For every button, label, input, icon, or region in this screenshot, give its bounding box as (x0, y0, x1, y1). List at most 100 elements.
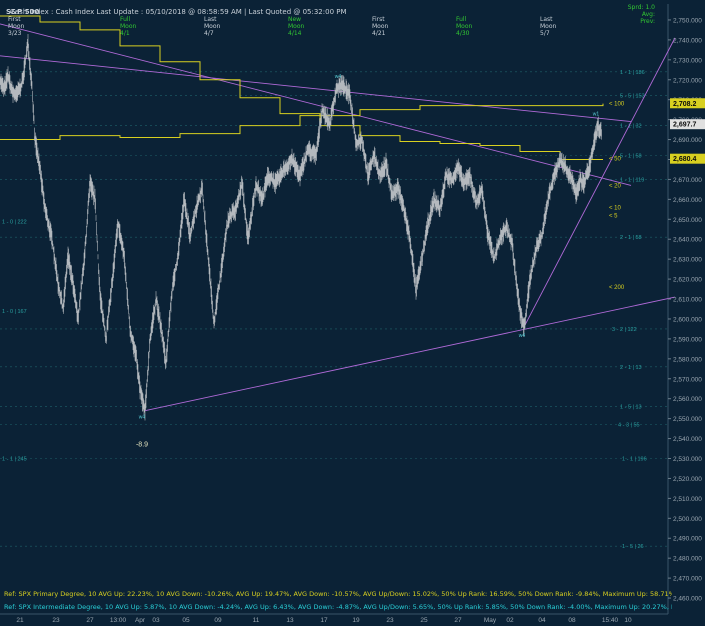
moon-phase-date: 4/14 (288, 30, 302, 37)
moon-phase-label: Moon (540, 23, 557, 30)
x-tick-label: 17 (320, 617, 328, 624)
ma-label: < 50 (609, 157, 622, 163)
x-tick-label: 25 (420, 617, 428, 624)
moon-phase-phase: Last (540, 16, 553, 23)
y-tick-label: 2,590.000 (673, 336, 702, 343)
moon-phase-phase: Full (456, 16, 467, 23)
moon-phase-phase: First (372, 16, 385, 23)
moon-phase-date: 4/30 (456, 30, 470, 37)
price-series (0, 34, 602, 421)
x-axis: 21 23 27 13:00 Apr 03 05 09 11 13 17 19 23 25 27 May 02 0… (0, 613, 668, 624)
y-tick-label: 2,580.000 (673, 356, 702, 363)
moon-phase-6: Last Moon 5/7 (540, 16, 556, 37)
y-tick-label: 2,650.000 (673, 217, 702, 224)
x-tick-label: May (484, 617, 497, 624)
y-tick-label: 2,730.000 (673, 57, 702, 64)
ma-tag: < 10 (609, 205, 622, 211)
fib-label: 1 - 1 | 32 (620, 124, 642, 130)
x-tick-label: 11 (253, 617, 260, 624)
moon-phase-date: 3/23 (8, 30, 22, 37)
annotation: w4 (335, 74, 342, 80)
price-bars (0, 34, 602, 421)
y-tick-label: 2,640.000 (673, 237, 702, 244)
annotation: w1 (593, 112, 600, 118)
symbol-label: S&P 500 (6, 8, 40, 16)
moon-phase-date: 4/21 (372, 30, 386, 37)
x-tick-label: 15:40 (602, 617, 619, 624)
x-tick-label: 13:00 (110, 617, 127, 624)
x-tick-label: 03 (152, 617, 160, 624)
moon-phase-phase: New (288, 16, 302, 23)
trendline (144, 296, 676, 412)
y-axis: 2,460.000 2,470.000 2,480.000 2,490.000 2,50… (668, 17, 705, 603)
spread-label: Sprd: 1.0 (627, 4, 655, 11)
trendline (523, 37, 676, 328)
y-tick-label: 2,490.000 (673, 536, 702, 543)
y-tick-label: 2,620.000 (673, 277, 702, 284)
y-tick-label: 2,570.000 (673, 376, 702, 383)
y-tick-label: 2,540.000 (673, 436, 702, 443)
moon-phase-2: Last Moon 4/7 (204, 16, 220, 37)
annotation: w4 (139, 415, 146, 421)
fib-label: 1 - 0 | 167 (2, 309, 27, 315)
footer-primary-degree: Ref: SPX Primary Degree, 10 AVG Up: 22.2… (4, 590, 672, 598)
moon-phase-label: Moon (204, 23, 221, 30)
fib-levels: 1 - 1 | 186 5 - 5 | 153 1 - 1 | 32 5 - 1 | … (0, 70, 668, 550)
fib-label: 2 - 1 | 58 (620, 235, 642, 241)
y-tick-label: 2,460.000 (673, 596, 702, 603)
ma-tag: < 20 (609, 183, 622, 189)
y-tick-label: 2,670.000 (673, 177, 702, 184)
x-tick-label: 23 (386, 617, 394, 624)
x-tick-label: 27 (454, 617, 462, 624)
x-tick-label: 02 (506, 617, 514, 624)
annotation: -8.9 (136, 442, 148, 449)
x-tick-label: 13 (286, 617, 294, 624)
fib-label: 1 - 0 | 222 (2, 219, 27, 225)
moon-phase-date: 4/7 (204, 30, 214, 37)
trendlines (0, 23, 676, 412)
moon-phase-label: Moon (288, 23, 305, 30)
y-tick-label: 2,470.000 (673, 576, 702, 583)
fib-label: 3 - 2 | 122 (612, 327, 637, 333)
y-tick-label: 2,600.000 (673, 316, 702, 323)
header-title: S&P 500 Cash Index : Cash Index Last Upd… (6, 8, 347, 16)
moon-phase-3: New Moon 4/14 (288, 16, 304, 37)
x-tick-label: 19 (352, 617, 360, 624)
moon-phase-label: Moon (120, 23, 137, 30)
moon-phase-date: 4/1 (120, 30, 130, 37)
y-tick-label: 2,720.000 (673, 77, 702, 84)
y-tick-label: 2,480.000 (673, 556, 702, 563)
moon-phase-phase: First (8, 16, 21, 23)
fib-label: 1 - 5 | 13 (620, 405, 642, 411)
chart-canvas[interactable]: 1 - 1 | 186 5 - 5 | 153 1 - 1 | 32 5 - 1 | … (0, 0, 705, 626)
moon-phase-label: Moon (456, 23, 473, 30)
y-tick-label: 2,630.000 (673, 257, 702, 264)
y-tick-label: 2,520.000 (673, 476, 702, 483)
moon-phase-phase: Last (204, 16, 217, 23)
fib-label: 1 - 1 | 186 (620, 70, 645, 76)
x-tick-label: 05 (182, 617, 190, 624)
y-tick-label: 2,560.000 (673, 396, 702, 403)
y-tick-label: 2,660.000 (673, 197, 702, 204)
fib-label: 5 - 1 | 58 (620, 154, 642, 160)
moon-phase-label: Moon (372, 23, 389, 30)
moon-phase-1: Full Moon 4/1 (120, 16, 136, 37)
y-tick-label: 2,500.000 (673, 516, 702, 523)
x-tick-label: 10 (624, 617, 632, 624)
moon-phase-label: Moon (8, 23, 25, 30)
moon-phase-0: First Moon 3/23 (8, 16, 24, 37)
price-tag: 2,708.2 (673, 101, 696, 108)
y-tick-label: 2,530.000 (673, 456, 702, 463)
spread-panel: Sprd: 1.0 Avg: Prev: (628, 4, 655, 25)
ma-tag: < 200 (609, 285, 625, 291)
header-title-text: Cash Index : Cash Index Last Update : 05… (10, 8, 347, 16)
moon-phase-4: First Moon 4/21 (372, 16, 388, 37)
x-tick-label: 27 (86, 617, 94, 624)
y-tick-label: 2,610.000 (673, 297, 702, 304)
price-tag: 2,680.4 (673, 156, 696, 163)
footer-intermediate-degree: Ref: SPX Intermediate Degree, 10 AVG Up:… (4, 603, 672, 611)
fib-label: 2 - 1 | 13 (620, 365, 642, 371)
price-tag: 2,697.7 (673, 122, 696, 129)
avg-label: Avg: (641, 11, 655, 18)
chart-header: S&P 500 Cash Index : Cash Index Last Upd… (0, 0, 705, 42)
